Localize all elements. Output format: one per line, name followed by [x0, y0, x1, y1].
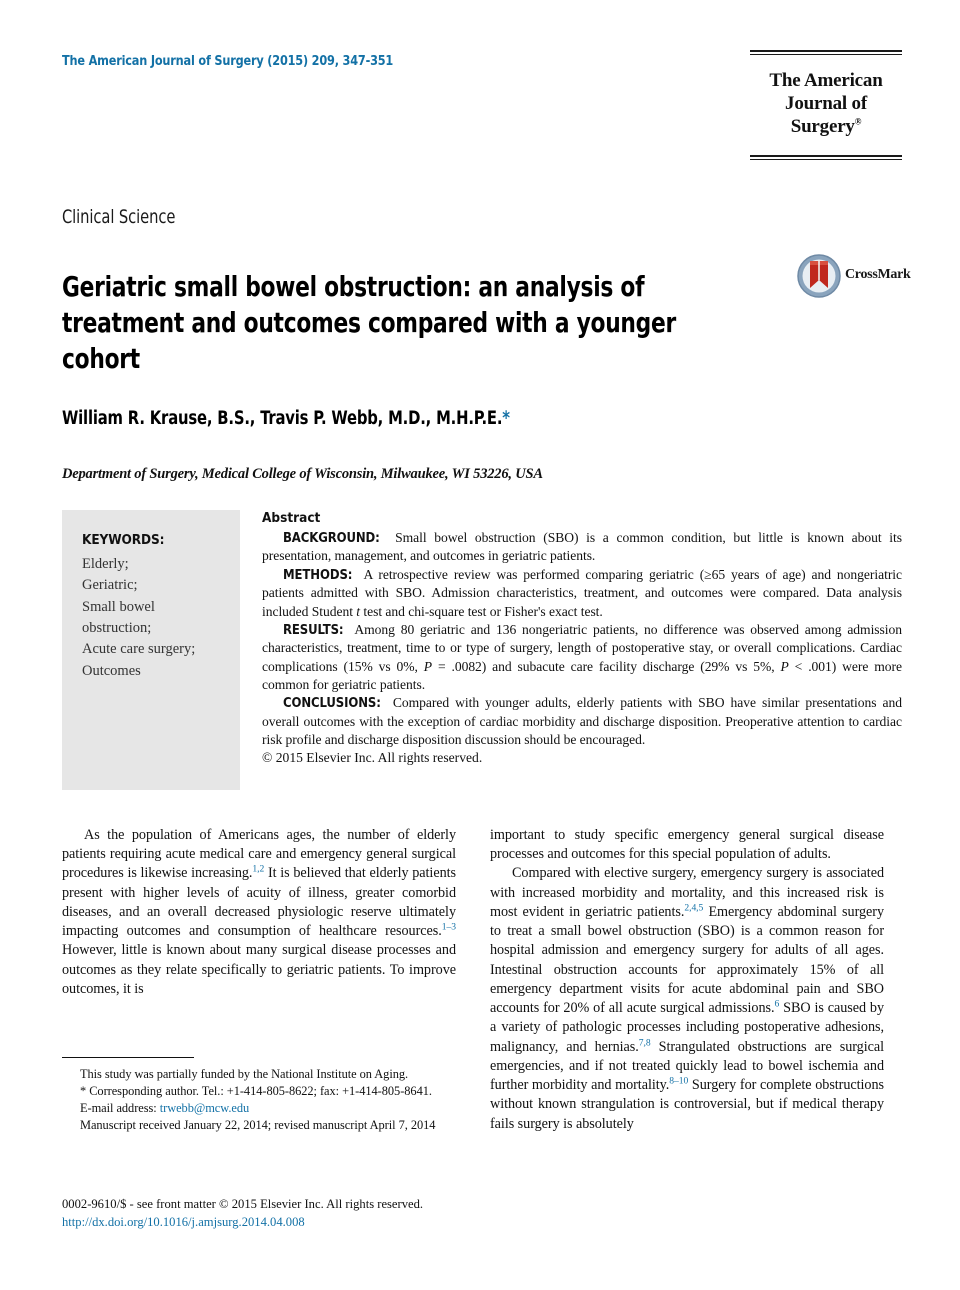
article-page: The American Journal of Surgery (2015) 2… — [0, 0, 960, 1290]
citation-ref[interactable]: 2,4,5 — [684, 902, 703, 913]
section-label: Clinical Science — [62, 206, 176, 228]
footnote-funding: This study was partially funded by the N… — [80, 1067, 409, 1081]
abstract-methods-label: METHODS: — [283, 567, 353, 583]
keywords-box: KEYWORDS: Elderly; Geriatric; Small bowe… — [62, 510, 240, 790]
keywords-heading: KEYWORDS: — [82, 532, 165, 548]
footnote-corresponding-text: Corresponding author. Tel.: +1-414-805-8… — [86, 1083, 432, 1098]
journal-logo-line2: Journal of Surgery® — [785, 93, 867, 138]
crossmark-badge[interactable]: CrossMark — [797, 254, 911, 300]
logo-rule-bottom — [750, 154, 902, 160]
page-title: Geriatric small bowel obstruction: an an… — [62, 271, 676, 375]
email-label: E-mail address: — [80, 1100, 157, 1115]
citation-ref[interactable]: 7,8 — [639, 1037, 651, 1048]
body-paragraph: important to study specific emergency ge… — [490, 827, 884, 863]
keyword-item: Acute care surgery; — [82, 641, 196, 658]
abstract-conclusions: CONCLUSIONS: Compared with younger adult… — [262, 694, 902, 749]
author-list: William R. Krause, B.S., Travis P. Webb,… — [62, 408, 510, 429]
doi-link[interactable]: http://dx.doi.org/10.1016/j.amjsurg.2014… — [62, 1214, 662, 1232]
footnotes: This study was partially funded by the N… — [62, 1066, 456, 1133]
issn-copyright-line: 0002-9610/$ - see front matter © 2015 El… — [62, 1197, 424, 1211]
footnote-corresponding: * Corresponding author. Tel.: +1-414-805… — [62, 1083, 456, 1100]
journal-logo-line1: The American — [769, 70, 883, 91]
crossmark-icon — [797, 254, 841, 298]
journal-reference: The American Journal of Surgery (2015) 2… — [62, 53, 394, 69]
abstract-methods-text-2: test and chi-square test or Fisher's exa… — [360, 603, 603, 619]
keyword-item: Outcomes — [82, 662, 141, 679]
trademark-symbol: ® — [854, 117, 862, 128]
body-paragraph: As the population of Americans ages, the… — [62, 826, 456, 999]
abstract-results: RESULTS: Among 80 geriatric and 136 nong… — [262, 621, 902, 694]
affiliation: Department of Surgery, Medical College o… — [62, 466, 543, 482]
abstract-conclusions-label: CONCLUSIONS: — [283, 696, 381, 712]
journal-logo: The American Journal of Surgery® — [750, 50, 902, 160]
abstract-results-text-2: = .0082) and subacute care facility disc… — [432, 658, 781, 674]
email-link[interactable]: trwebb@mcw.edu — [160, 1101, 249, 1115]
abstract-heading: Abstract — [262, 510, 321, 526]
body-paragraph: Compared with elective surgery, emergenc… — [490, 864, 884, 1133]
author-footnote-marker: * — [502, 408, 510, 429]
abstract: Abstract BACKGROUND: Small bowel obstruc… — [262, 510, 902, 767]
page-footer: 0002-9610/$ - see front matter © 2015 El… — [62, 1196, 662, 1232]
citation-ref[interactable]: 1,2 — [252, 864, 264, 875]
body-column-right: important to study specific emergency ge… — [490, 826, 884, 1246]
footnote-manuscript-dates: Manuscript received January 22, 2014; re… — [80, 1117, 436, 1132]
masthead: The American Journal of Surgery (2015) 2… — [62, 50, 902, 170]
body-text: However, little is known about many surg… — [62, 942, 456, 997]
body-column-left: As the population of Americans ages, the… — [62, 826, 456, 1038]
citation-ref[interactable]: 8–10 — [669, 1075, 688, 1086]
abstract-copyright: © 2015 Elsevier Inc. All rights reserved… — [262, 750, 483, 766]
abstract-results-p-2: P — [780, 658, 789, 674]
footnote-divider — [62, 1057, 194, 1058]
keyword-item: Geriatric; — [82, 577, 138, 594]
keyword-item: Small bowel — [82, 598, 155, 615]
abstract-methods: METHODS: A retrospective review was perf… — [262, 566, 902, 621]
keyword-item: obstruction; — [82, 619, 152, 636]
journal-logo-text: The American Journal of Surgery® — [750, 55, 902, 151]
abstract-background: BACKGROUND: Small bowel obstruction (SBO… — [262, 529, 902, 566]
abstract-results-p-1: P — [423, 658, 433, 674]
authors-names: William R. Krause, B.S., Travis P. Webb,… — [62, 408, 503, 429]
crossmark-label: CrossMark — [845, 267, 911, 282]
footnote-email: E-mail address: trwebb@mcw.edu — [62, 1100, 456, 1117]
abstract-results-label: RESULTS: — [283, 622, 344, 638]
citation-ref[interactable]: 1–3 — [442, 921, 456, 932]
keywords-list: Elderly; Geriatric; Small bowel obstruct… — [82, 554, 232, 682]
abstract-background-label: BACKGROUND: — [283, 531, 380, 546]
keyword-item: Elderly; — [82, 556, 129, 572]
